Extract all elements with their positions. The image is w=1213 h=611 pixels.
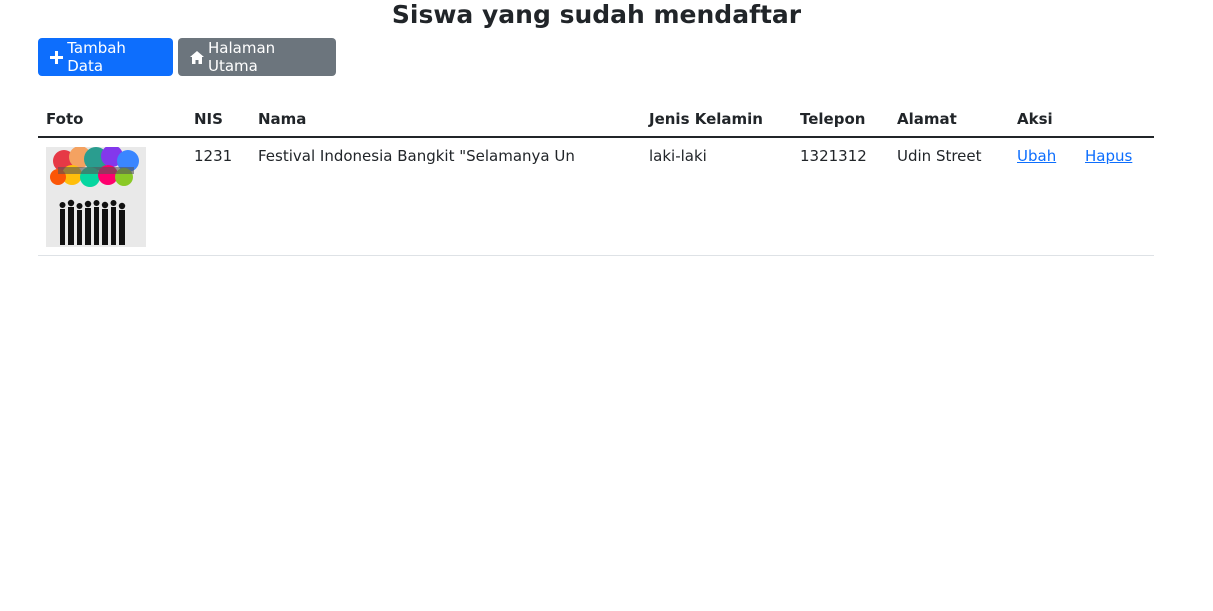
header-telepon: Telepon [792,102,889,138]
cell-jenis-kelamin: laki-laki [641,137,792,256]
row-actions: Ubah Hapus [1017,147,1146,165]
cell-aksi: Ubah Hapus [1009,137,1154,256]
table-header-row: Foto NIS Nama Jenis Kelamin Telepon Alam… [38,102,1154,138]
header-aksi: Aksi [1009,102,1154,138]
cell-telepon: 1321312 [792,137,889,256]
header-jenis-kelamin: Jenis Kelamin [641,102,792,138]
cell-nis: 1231 [186,137,250,256]
students-table: Foto NIS Nama Jenis Kelamin Telepon Alam… [38,102,1154,256]
student-photo [46,147,146,247]
add-data-label: Tambah Data [67,39,126,75]
plus-icon [50,50,64,64]
page-title: Siswa yang sudah mendaftar [391,0,802,29]
add-data-button[interactable]: Tambah Data [38,38,173,76]
edit-link[interactable]: Ubah [1017,147,1056,165]
header-foto: Foto [38,102,186,138]
edit-link-wrap: Ubah [1017,147,1085,165]
cell-alamat: Udin Street [889,137,1009,256]
header-alamat: Alamat [889,102,1009,138]
header-nis: NIS [186,102,250,138]
delete-link[interactable]: Hapus [1085,147,1132,165]
home-button[interactable]: Halaman Utama [178,38,336,76]
cell-foto [38,137,186,256]
table-row: 1231 Festival Indonesia Bangkit "Selaman… [38,137,1154,256]
cell-nama: Festival Indonesia Bangkit "Selamanya Un [250,137,641,256]
home-label: Halaman Utama [208,39,276,75]
header-nama: Nama [250,102,641,138]
home-icon [190,50,204,64]
